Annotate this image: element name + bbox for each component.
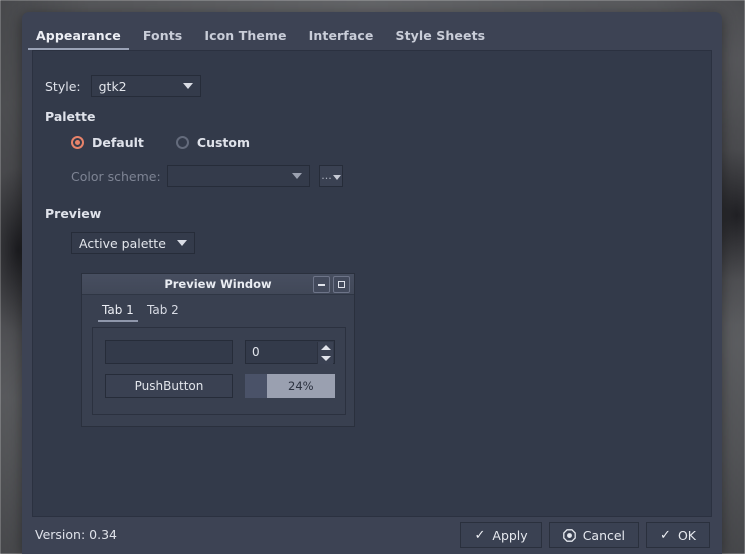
preview-heading-label: Preview	[45, 206, 102, 221]
color-scheme-browse-label: ...	[321, 169, 332, 182]
radio-default-label: Default	[92, 135, 144, 150]
preview-progress-fill	[245, 374, 267, 398]
dialog-footer: Version: 0.34 ✓ Apply Cancel ✓ OK	[22, 517, 722, 554]
stop-octagon-icon	[562, 528, 576, 542]
arrow-down-icon	[320, 356, 331, 361]
preview-group-box: 0 PushButton 24%	[92, 327, 346, 415]
preview-line-edit	[105, 340, 233, 364]
chevron-down-icon	[285, 166, 309, 186]
tab-icon-theme[interactable]: Icon Theme	[193, 26, 297, 50]
apply-button-label: Apply	[492, 527, 528, 543]
dialog-button-row: ✓ Apply Cancel ✓ OK	[460, 522, 710, 548]
preview-tab-1: Tab 1	[98, 303, 138, 322]
arrow-up-icon	[320, 345, 331, 350]
color-scheme-browse-button[interactable]: ...	[319, 165, 343, 187]
color-scheme-label: Color scheme:	[71, 168, 161, 184]
preview-progress-bar: 24%	[245, 374, 335, 398]
cancel-button[interactable]: Cancel	[548, 522, 640, 548]
palette-section-heading: Palette	[45, 109, 95, 124]
check-icon: ✓	[660, 527, 671, 543]
tab-interface[interactable]: Interface	[298, 26, 385, 50]
ok-button-label: OK	[677, 527, 696, 543]
preview-window-titlebar: Preview Window	[82, 274, 354, 295]
preview-window-body: Tab 1 Tab 2 0 PushButton 24%	[82, 295, 354, 427]
preview-mode-combobox[interactable]: Active palette	[71, 232, 195, 254]
radio-default[interactable]: Default	[71, 135, 144, 150]
ok-button[interactable]: ✓ OK	[646, 522, 710, 548]
preview-progress-value: 24%	[288, 379, 314, 393]
apply-button[interactable]: ✓ Apply	[460, 522, 542, 548]
style-row: Style: gtk2	[45, 75, 201, 97]
tab-fonts-label: Fonts	[142, 28, 183, 43]
preview-mode-combobox-value: Active palette	[79, 235, 166, 251]
chevron-down-icon	[332, 175, 341, 180]
radio-custom-label: Custom	[196, 135, 250, 150]
tab-fonts[interactable]: Fonts	[132, 26, 193, 50]
version-label: Version: 0.34	[35, 527, 117, 542]
style-combobox-value: gtk2	[98, 78, 127, 94]
tab-icon-theme-label: Icon Theme	[204, 28, 287, 43]
radio-custom-indicator	[175, 136, 189, 149]
preview-section-heading: Preview	[45, 206, 101, 221]
chevron-down-icon	[176, 76, 200, 96]
preview-tab-2: Tab 2	[147, 303, 179, 317]
tab-style-sheets-label: Style Sheets	[395, 28, 486, 43]
color-scheme-combobox[interactable]	[167, 165, 310, 187]
preview-spinbox: 0	[245, 340, 335, 364]
tab-appearance[interactable]: Appearance	[25, 26, 132, 50]
palette-heading-label: Palette	[45, 109, 96, 124]
style-label: Style:	[45, 78, 81, 94]
preview-window-controls	[313, 276, 350, 293]
preview-mode-row: Active palette	[71, 232, 195, 254]
tab-appearance-label: Appearance	[36, 28, 121, 43]
radio-custom[interactable]: Custom	[175, 135, 250, 150]
check-icon: ✓	[474, 527, 486, 543]
palette-radio-group[interactable]: Default Custom	[71, 135, 250, 150]
tab-style-sheets[interactable]: Style Sheets	[384, 26, 496, 50]
tab-interface-label: Interface	[308, 28, 374, 43]
preview-spinbox-value: 0	[252, 345, 260, 359]
preview-window: Preview Window Tab 1 Tab 2 0 PushButton …	[81, 273, 355, 427]
preview-spinbox-arrows	[317, 342, 333, 364]
main-tab-bar[interactable]: Appearance Fonts Icon Theme Interface St…	[22, 22, 722, 50]
appearance-settings-dialog: Appearance Fonts Icon Theme Interface St…	[22, 12, 722, 554]
cancel-button-label: Cancel	[582, 527, 626, 543]
color-scheme-row: Color scheme: ...	[71, 165, 343, 187]
preview-push-button-label: PushButton	[134, 379, 204, 393]
preview-tab-2-label: Tab 2	[147, 303, 179, 317]
preview-window-title: Preview Window	[164, 277, 272, 291]
preview-push-button: PushButton	[105, 374, 233, 398]
maximize-icon	[333, 276, 350, 293]
preview-tab-1-label: Tab 1	[102, 303, 134, 317]
minimize-icon	[313, 276, 330, 293]
style-combobox[interactable]: gtk2	[90, 75, 201, 97]
appearance-tab-panel: Style: gtk2 Palette Default Custom Color…	[32, 50, 712, 517]
radio-default-indicator	[71, 136, 84, 149]
chevron-down-icon	[170, 233, 194, 253]
